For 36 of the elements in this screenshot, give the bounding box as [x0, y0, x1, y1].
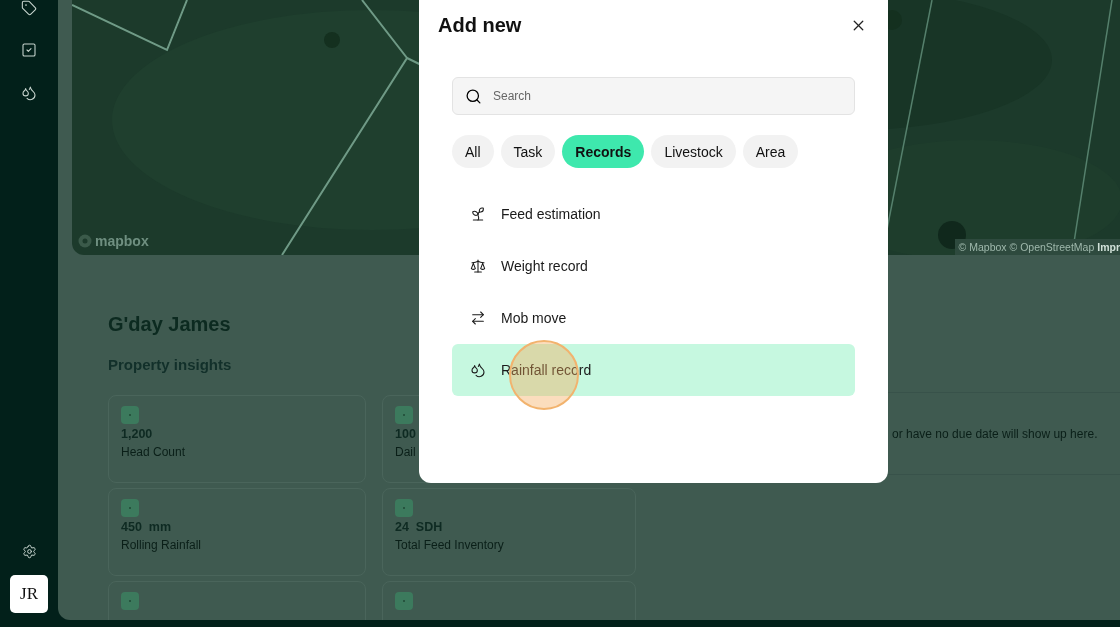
- filter-chip[interactable]: All: [452, 135, 494, 168]
- droplets-icon[interactable]: [21, 85, 37, 101]
- search-icon: [465, 87, 482, 105]
- stat-label: Total Feed Inventory: [395, 538, 505, 552]
- dialog-title: Add new: [438, 14, 522, 37]
- search-input[interactable]: Search: [491, 88, 842, 104]
- scale-icon: [470, 258, 486, 274]
- droplets-icon: [470, 362, 486, 378]
- stat-icon: [121, 592, 139, 610]
- filter-chip[interactable]: Records: [562, 135, 645, 168]
- sprout-icon: [470, 206, 486, 222]
- checkbox-icon[interactable]: [21, 42, 37, 58]
- attribution-link[interactable]: Impr: [1097, 241, 1120, 253]
- map-logo: mapbox: [78, 233, 149, 249]
- user-avatar[interactable]: JR: [10, 575, 48, 613]
- stat-icon: [395, 406, 413, 424]
- record-option[interactable]: Weight record: [452, 240, 855, 292]
- filter-chip[interactable]: Task: [500, 135, 556, 168]
- settings-icon[interactable]: [21, 544, 37, 559]
- search-field[interactable]: Search: [452, 77, 855, 115]
- stat-label: Rolling Rainfall: [121, 538, 203, 552]
- record-option[interactable]: Mob move: [452, 292, 855, 344]
- record-option[interactable]: Rainfall record: [452, 344, 855, 396]
- stat-icon: [395, 592, 413, 610]
- map-attribution: © Mapbox © OpenStreetMap Impr: [954, 239, 1120, 255]
- stat-icon: [395, 499, 413, 517]
- stat-label: Dail: [395, 445, 417, 459]
- tag-icon[interactable]: [21, 0, 37, 16]
- stat-icon: [121, 406, 139, 424]
- stat-label: Head Count: [121, 445, 187, 459]
- tasks-note: or have no due date will show up here.: [892, 426, 1098, 441]
- record-option[interactable]: Feed estimation: [452, 188, 855, 240]
- filter-chip[interactable]: Area: [742, 135, 799, 168]
- stat-icon: [121, 499, 139, 517]
- arrows-icon: [470, 310, 486, 326]
- filter-chip[interactable]: Livestock: [651, 135, 736, 168]
